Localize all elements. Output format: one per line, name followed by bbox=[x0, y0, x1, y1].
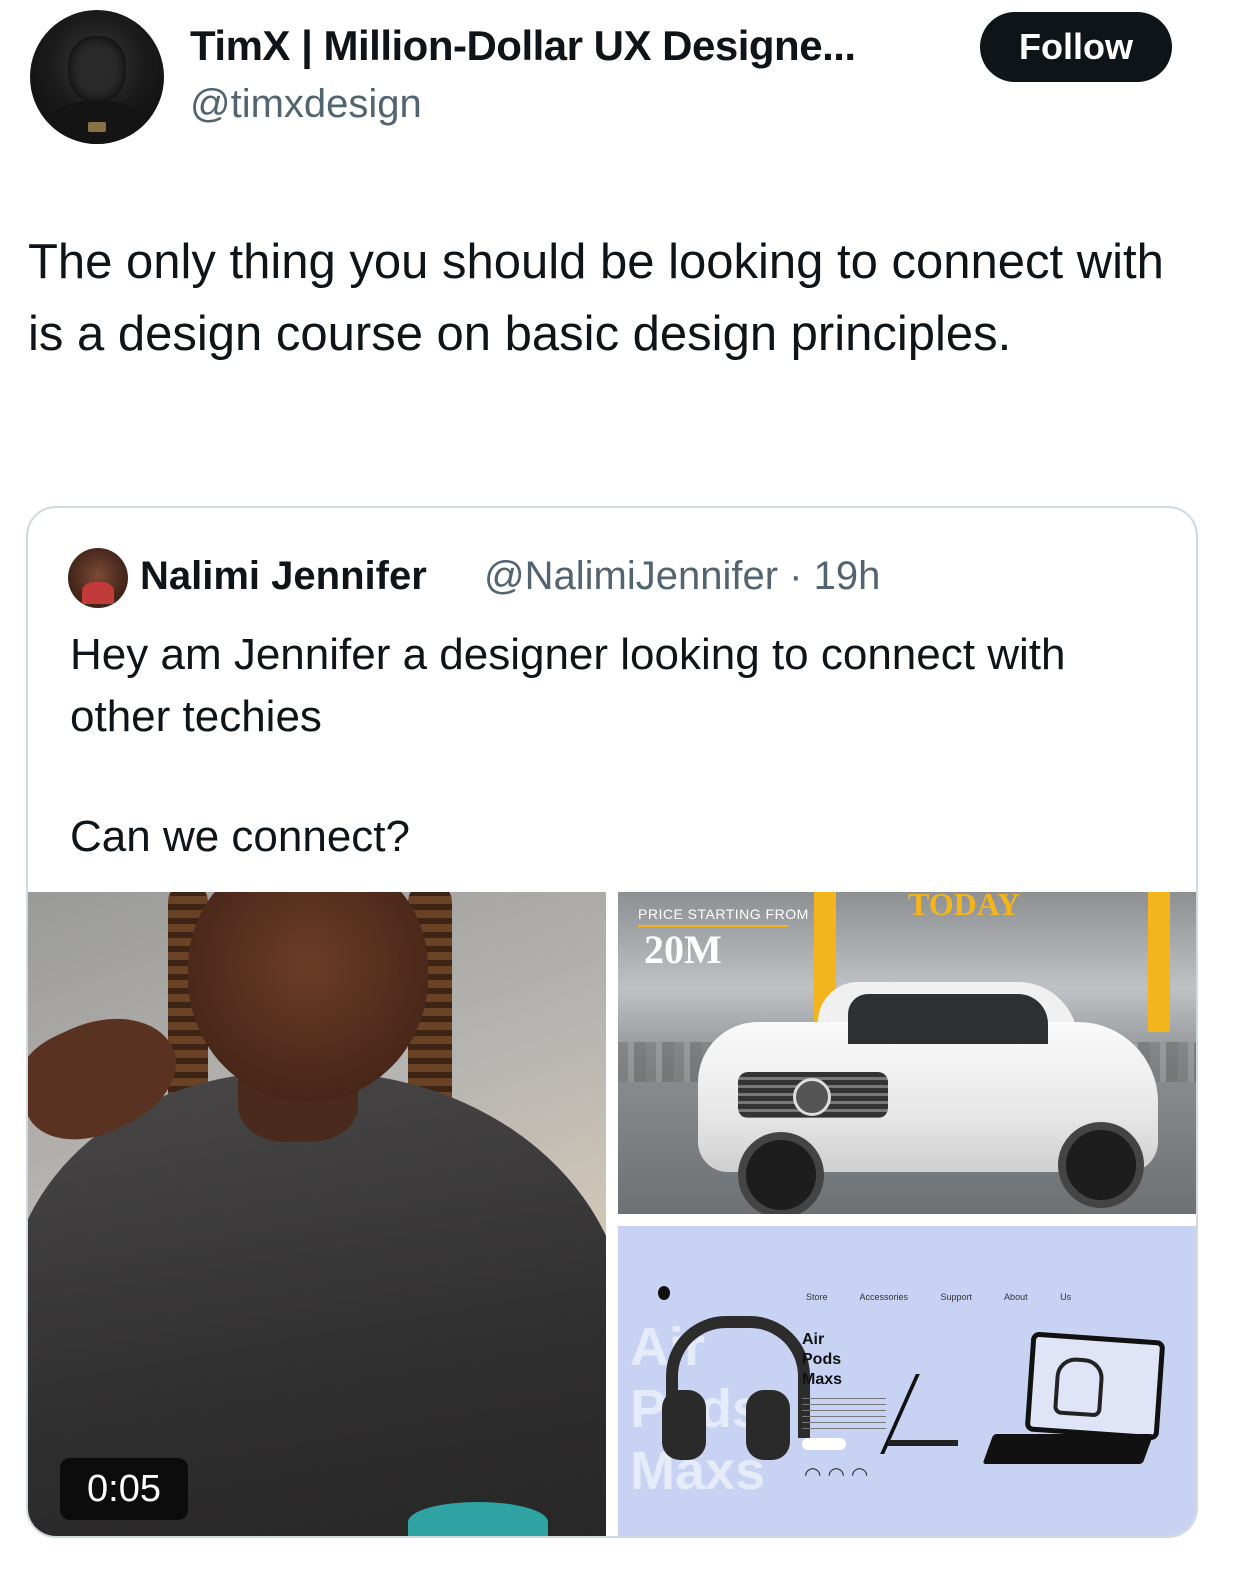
keyboard-mockup bbox=[982, 1434, 1154, 1464]
color-swatch-icons: ◠◠◠ bbox=[804, 1464, 875, 1486]
car-window bbox=[848, 994, 1048, 1044]
learn-more-button bbox=[802, 1438, 846, 1450]
stand-base bbox=[888, 1440, 958, 1446]
follow-button[interactable]: Follow bbox=[980, 12, 1172, 82]
video-thumbnail[interactable]: 0:05 bbox=[28, 892, 606, 1536]
yellow-bar-right bbox=[1148, 892, 1170, 1032]
avatar-logo bbox=[88, 122, 106, 132]
headphones-promo-image[interactable]: Air Pods Maxs Store Accessories Support … bbox=[618, 1226, 1196, 1536]
promo-headline: TODAY bbox=[908, 892, 1021, 922]
photo-face bbox=[188, 892, 428, 1102]
tablet-headphones-icon bbox=[1052, 1356, 1105, 1418]
headphones-cup-right bbox=[746, 1390, 790, 1460]
tweet-text: The only thing you should be looking to … bbox=[28, 235, 1164, 361]
car-wheel-rear bbox=[1058, 1122, 1144, 1208]
author-name[interactable]: TimX | Million-Dollar UX Designe... bbox=[190, 22, 856, 70]
car-emblem-icon bbox=[793, 1078, 831, 1116]
quoted-tweet-text: Hey am Jennifer a designer looking to co… bbox=[70, 630, 1066, 741]
quoted-author-handle-time[interactable]: @NalimiJennifer · 19h bbox=[484, 554, 880, 599]
avatar-face bbox=[68, 36, 126, 102]
tablet-mockup bbox=[1024, 1331, 1166, 1441]
media-grid: 0:05 PRICE STARTING FROM 20M TODAY Air P… bbox=[28, 892, 1196, 1536]
quoted-author-avatar[interactable] bbox=[68, 548, 128, 608]
headphones-cup-left bbox=[662, 1390, 706, 1460]
car-promo-image[interactable]: PRICE STARTING FROM 20M TODAY bbox=[618, 892, 1196, 1214]
video-duration-badge: 0:05 bbox=[60, 1458, 188, 1520]
price-value: 20M bbox=[644, 927, 722, 972]
promo-title-line3: Maxs bbox=[802, 1371, 843, 1388]
promo-title-line1: Air bbox=[802, 1331, 825, 1348]
author-avatar[interactable] bbox=[30, 10, 164, 144]
photo-teal-detail bbox=[408, 1502, 548, 1536]
quoted-author-name[interactable]: Nalimi Jennifer bbox=[140, 554, 427, 599]
quoted-tweet-text-line2: Can we connect? bbox=[70, 812, 410, 861]
promo-title: Air Pods Maxs bbox=[802, 1330, 842, 1390]
quoted-tweet-card[interactable]: Nalimi Jennifer @NalimiJennifer · 19h He… bbox=[26, 506, 1198, 1538]
price-label: PRICE STARTING FROM bbox=[638, 906, 809, 922]
promo-nav: Store Accessories Support About Us bbox=[806, 1292, 1072, 1302]
promo-body-text bbox=[802, 1398, 886, 1430]
promo-title-line2: Pods bbox=[802, 1351, 842, 1368]
author-handle[interactable]: @timxdesign bbox=[190, 82, 422, 127]
car-wheel-front bbox=[738, 1132, 824, 1214]
apple-logo-icon bbox=[658, 1286, 670, 1300]
